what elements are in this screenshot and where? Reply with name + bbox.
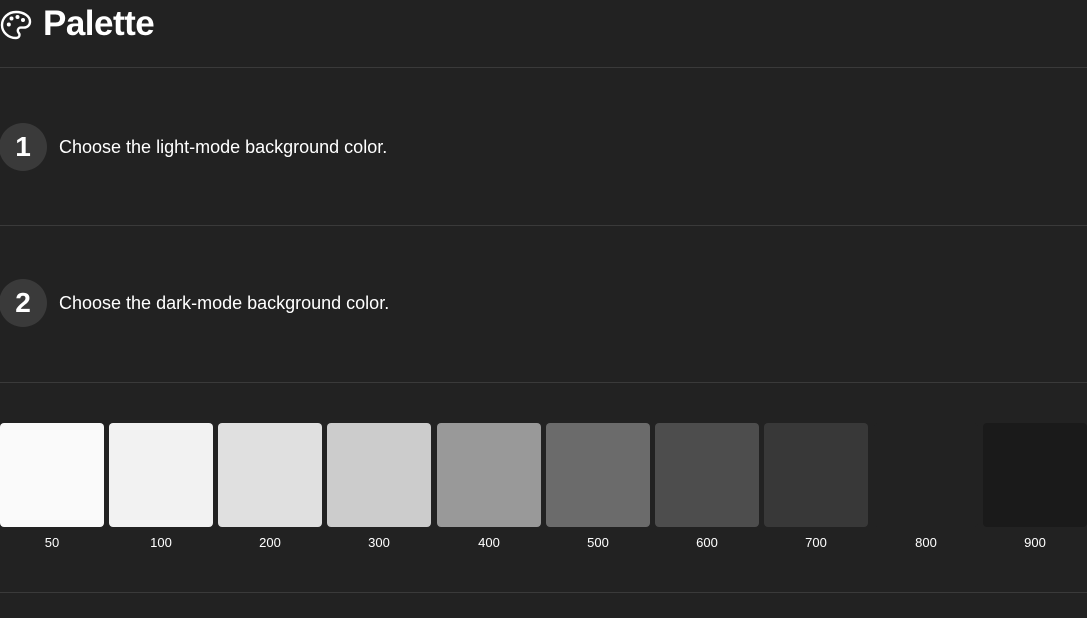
swatch-label: 50 xyxy=(44,535,60,550)
swatch-label: 200 xyxy=(259,535,281,550)
color-swatch-row: 50 100 200 300 400 500 600 700 800 900 xyxy=(0,383,1087,593)
swatch-label: 400 xyxy=(478,535,500,550)
swatch-50[interactable] xyxy=(0,423,104,527)
swatch-label: 800 xyxy=(915,535,937,550)
step-number-badge: 1 xyxy=(0,123,47,171)
step-dark-mode: 2 Choose the dark-mode background color. xyxy=(0,226,1087,383)
step-number-badge: 2 xyxy=(0,279,47,327)
swatch-700[interactable] xyxy=(764,423,868,527)
swatch-label: 300 xyxy=(368,535,390,550)
swatch-label: 900 xyxy=(1024,535,1046,550)
swatch-100[interactable] xyxy=(109,423,213,527)
swatch-900[interactable] xyxy=(983,423,1087,527)
swatch-800[interactable] xyxy=(874,423,978,527)
swatch-600[interactable] xyxy=(655,423,759,527)
swatch-400[interactable] xyxy=(437,423,541,527)
swatch-label: 700 xyxy=(805,535,827,550)
step-instruction: Choose the light-mode background color. xyxy=(59,137,388,157)
step-instruction: Choose the dark-mode background color. xyxy=(59,293,390,313)
header: Palette xyxy=(0,0,1087,68)
palette-page: Palette 1 Choose the light-mode backgrou… xyxy=(0,0,1087,618)
swatch-label: 500 xyxy=(587,535,609,550)
palette-icon xyxy=(0,9,32,41)
step-light-mode: 1 Choose the light-mode background color… xyxy=(0,68,1087,226)
swatch-label: 100 xyxy=(150,535,172,550)
swatch-label: 600 xyxy=(696,535,718,550)
swatch-200[interactable] xyxy=(218,423,322,527)
swatch-500[interactable] xyxy=(546,423,650,527)
swatch-300[interactable] xyxy=(327,423,431,527)
page-title: Palette xyxy=(43,4,155,43)
